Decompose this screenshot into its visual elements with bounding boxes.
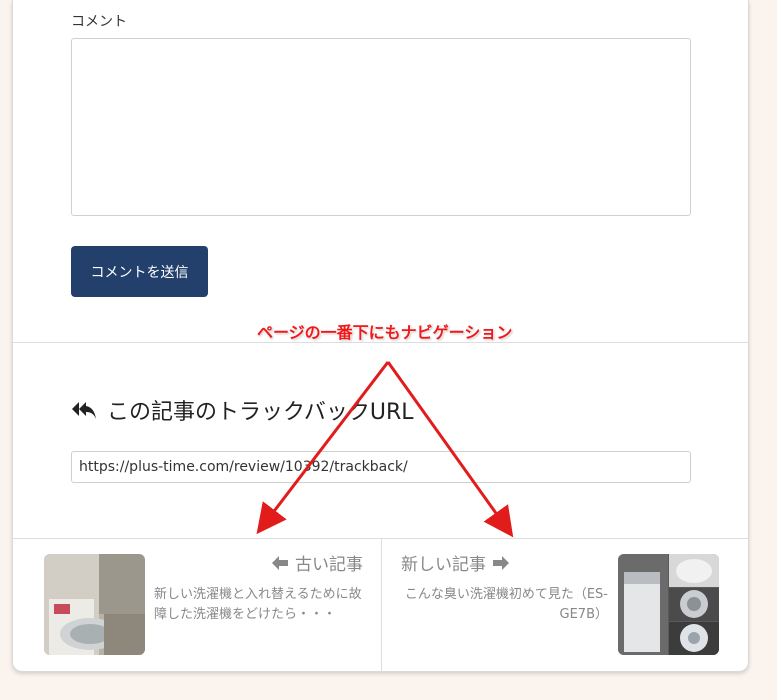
older-post-title[interactable]: 新しい洗濯機と入れ替えるために故障した洗濯機をどけたら・・・ — [154, 585, 364, 625]
newer-post-label: 新しい記事 — [401, 555, 486, 575]
comment-label: コメント — [71, 14, 127, 30]
comment-textarea[interactable] — [71, 38, 691, 216]
post-navigation: 古い記事 新しい洗濯機と入れ替えるために故障した洗濯機をどけたら・・・ 新しい記… — [13, 538, 748, 671]
newer-post-thumbnail[interactable] — [618, 554, 719, 655]
arrow-right-icon — [493, 555, 509, 570]
trackback-title: この記事のトラックバックURL — [107, 400, 414, 425]
older-post-heading: 古い記事 — [271, 550, 363, 575]
older-post-label: 古い記事 — [295, 555, 363, 575]
trackback-heading: この記事のトラックバックURL — [71, 394, 414, 426]
trackback-url-field[interactable] — [71, 451, 691, 483]
newer-post-title[interactable]: こんな臭い洗濯機初めて見た（ES-GE7B） — [402, 585, 608, 625]
newer-post-link[interactable]: 新しい記事 こんな臭い洗濯機初めて見た（ES-GE7B） — [382, 538, 748, 671]
older-post-thumbnail[interactable] — [44, 554, 145, 655]
submit-comment-button[interactable]: コメントを送信 — [71, 246, 208, 297]
annotation-label: ページの一番下にもナビゲーション — [257, 323, 513, 342]
arrow-left-icon — [272, 555, 288, 570]
reply-all-icon — [72, 402, 96, 419]
older-post-link[interactable]: 古い記事 新しい洗濯機と入れ替えるために故障した洗濯機をどけたら・・・ — [13, 538, 381, 671]
newer-post-heading: 新しい記事 — [401, 550, 510, 575]
